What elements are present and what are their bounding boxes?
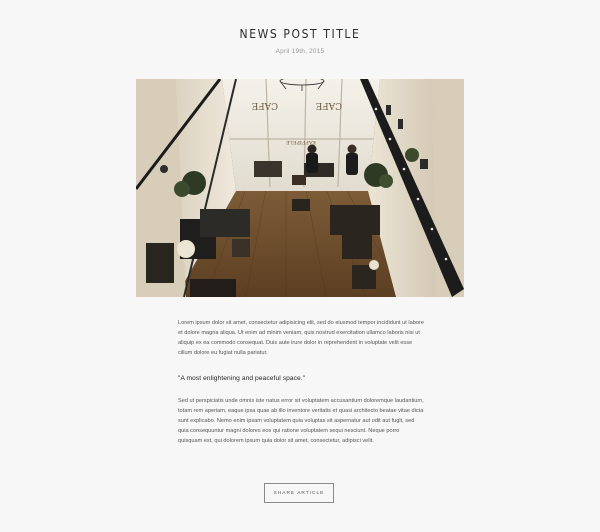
post-pull-quote: "A most enlightening and peaceful space.… <box>178 375 306 382</box>
post-paragraph-2: Sed ut perspiciatis unde omnis iste natu… <box>178 398 424 444</box>
post-date: April 19th, 2015 <box>275 48 325 55</box>
post-paragraph-1: Lorem ipsum dolor sit amet, consectetur … <box>178 320 424 356</box>
window-sign-left: CAFE <box>252 100 278 110</box>
window-sign-right: CAFE <box>316 100 342 110</box>
news-post: NEWS POST TITLE April 19th, 2015 CAFE CA… <box>0 0 600 532</box>
share-article-button[interactable]: SHARE ARTICLE <box>264 483 334 503</box>
cafe-interior-photo: CAFE CAFE KAFFIPELE <box>136 79 464 297</box>
window-sign-sub: KAFFIPELE <box>286 139 316 145</box>
post-title: NEWS POST TITLE <box>239 27 361 41</box>
